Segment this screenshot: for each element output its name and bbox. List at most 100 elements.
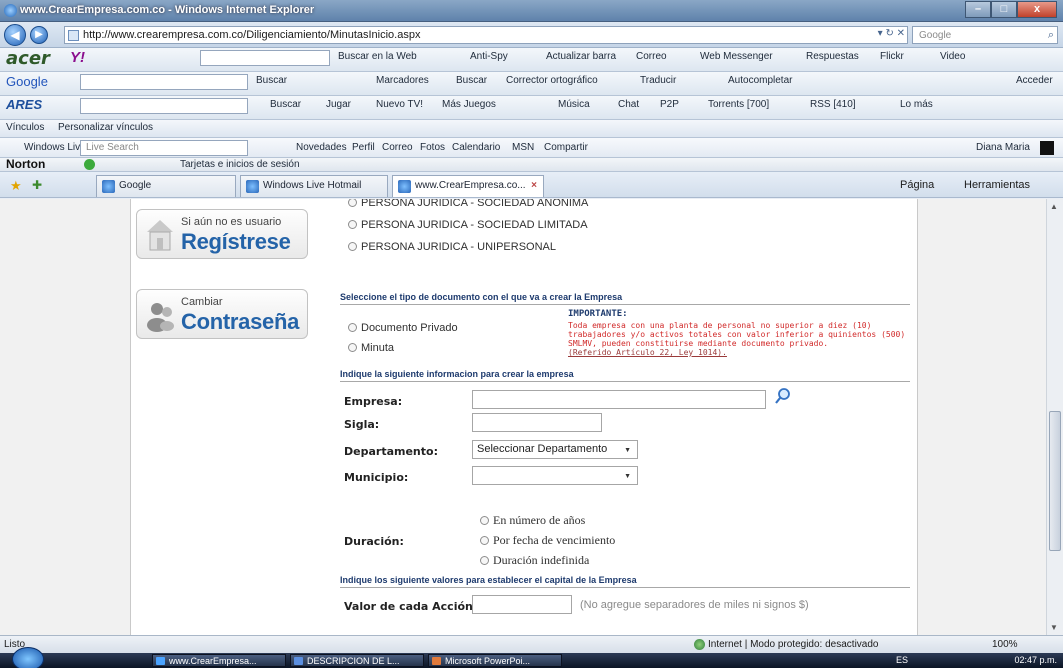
refresh-stop-icons[interactable]: ▾ ↻ ✕ bbox=[878, 28, 905, 39]
toolbar-item[interactable]: Jugar bbox=[326, 99, 351, 110]
toolbar-item[interactable]: Novedades bbox=[296, 142, 347, 153]
departamento-select[interactable]: Seleccionar Departamento bbox=[472, 440, 638, 459]
ie-icon bbox=[4, 4, 17, 17]
change-password-hint: Cambiar bbox=[181, 296, 223, 308]
empresa-label: Empresa: bbox=[344, 395, 403, 408]
toolbar-item[interactable]: P2P bbox=[660, 99, 679, 110]
valor-accion-input[interactable] bbox=[472, 595, 572, 614]
toolbar-item[interactable]: Flickr bbox=[880, 51, 904, 62]
close-button[interactable]: x bbox=[1017, 1, 1057, 18]
radio-duracion-indefinida[interactable]: Duración indefinida bbox=[480, 553, 589, 568]
search-icon[interactable]: ⌕ bbox=[1048, 29, 1054, 42]
customize-links-link[interactable]: Personalizar vínculos bbox=[58, 122, 153, 133]
toolbar-item[interactable]: Acceder bbox=[1016, 75, 1053, 86]
municipio-select[interactable] bbox=[472, 466, 638, 485]
toolbar-item[interactable]: Fotos bbox=[420, 142, 445, 153]
toolbar-item[interactable]: Correo bbox=[382, 142, 413, 153]
toolbar-item[interactable]: Torrents [700] bbox=[708, 99, 769, 110]
tab-google[interactable]: Google bbox=[96, 175, 236, 197]
house-icon bbox=[147, 220, 173, 251]
radio-documento-privado[interactable]: Documento Privado bbox=[348, 322, 458, 334]
toolbar-item[interactable]: MSN bbox=[512, 142, 534, 153]
departamento-label: Departamento: bbox=[344, 445, 438, 458]
toolbar-item[interactable]: Autocompletar bbox=[728, 75, 792, 86]
valor-accion-label: Valor de cada Acción: bbox=[344, 600, 478, 613]
window-title: www.CrearEmpresa.com.co - Windows Intern… bbox=[20, 4, 315, 16]
toolbar-item[interactable]: Perfil bbox=[352, 142, 375, 153]
tab-hotmail[interactable]: Windows Live Hotmail bbox=[240, 175, 388, 197]
minimize-button[interactable]: – bbox=[965, 1, 991, 18]
important-title: IMPORTANTE: bbox=[568, 309, 628, 319]
magnifier-icon[interactable] bbox=[774, 387, 792, 405]
radio-sociedad-limitada[interactable]: PERSONA JURIDICA - SOCIEDAD LIMITADA bbox=[348, 219, 588, 231]
toolbar-item[interactable]: Calendario bbox=[452, 142, 500, 153]
change-password-button[interactable]: Cambiar Contraseña bbox=[136, 289, 308, 339]
toolbar-item[interactable]: Más Juegos bbox=[442, 99, 496, 110]
info-section: Indique la siguiente informacion para cr… bbox=[340, 369, 910, 382]
change-password-label: Contraseña bbox=[181, 309, 300, 334]
scroll-down-icon[interactable]: ▼ bbox=[1050, 623, 1058, 632]
user-avatar[interactable] bbox=[1040, 141, 1054, 155]
toolbar-item[interactable]: Buscar en la Web bbox=[338, 51, 417, 62]
zoom-level[interactable]: 100% bbox=[992, 639, 1018, 650]
radio-fecha-vencimiento[interactable]: Por fecha de vencimiento bbox=[480, 533, 615, 548]
radio-minuta[interactable]: Minuta bbox=[348, 342, 394, 354]
close-tab-icon[interactable]: × bbox=[531, 176, 537, 196]
toolbar-item[interactable]: Corrector ortográfico bbox=[506, 75, 598, 86]
norton-cards-menu[interactable]: Tarjetas e inicios de sesión bbox=[180, 159, 300, 170]
forward-arrow-icon[interactable]: ▶ bbox=[30, 26, 48, 44]
ares-search-input[interactable] bbox=[80, 98, 248, 114]
taskbar-item-crearempresa[interactable]: www.CrearEmpresa... bbox=[152, 654, 286, 667]
security-zone[interactable]: Internet | Modo protegido: desactivado bbox=[708, 639, 878, 650]
clock[interactable]: 02:47 p.m. bbox=[1014, 655, 1057, 665]
google-search-input[interactable] bbox=[80, 74, 248, 90]
vertical-scrollbar[interactable]: ▲ ▼ bbox=[1046, 199, 1063, 635]
radio-numero-anos[interactable]: En número de años bbox=[480, 513, 585, 528]
toolbar-item[interactable]: Video bbox=[940, 51, 965, 62]
empresa-input[interactable] bbox=[472, 390, 766, 409]
favorites-star-icon[interactable]: ★ bbox=[10, 178, 22, 194]
scroll-up-icon[interactable]: ▲ bbox=[1050, 202, 1058, 211]
back-arrow-icon[interactable]: ◀ bbox=[4, 24, 26, 46]
toolbar-item[interactable]: Lo más bbox=[900, 99, 933, 110]
duracion-label: Duración: bbox=[344, 535, 404, 548]
yahoo-logo[interactable]: Y! bbox=[70, 49, 85, 66]
windows-live-toolbar: Windows Live Live Search Novedades Perfi… bbox=[0, 138, 1063, 158]
taskbar-item-powerpoint[interactable]: Microsoft PowerPoi... bbox=[428, 654, 562, 667]
toolbar-item[interactable]: Buscar bbox=[456, 75, 487, 86]
register-button[interactable]: Si aún no es usuario Regístrese bbox=[136, 209, 308, 259]
toolbar-item[interactable]: Web Messenger bbox=[700, 51, 773, 62]
search-input[interactable]: Google ⌕ bbox=[912, 26, 1058, 44]
radio-sociedad-anonima[interactable]: PERSONA JURIDICA - SOCIEDAD ANONIMA bbox=[348, 199, 588, 209]
maximize-button[interactable]: □ bbox=[991, 1, 1017, 18]
add-favorite-icon[interactable]: ✚ bbox=[32, 178, 42, 192]
radio-unipersonal[interactable]: PERSONA JURIDICA - UNIPERSONAL bbox=[348, 241, 556, 253]
tools-menu[interactable]: Herramientas bbox=[964, 179, 1030, 191]
start-button[interactable] bbox=[12, 647, 44, 668]
toolbar-item[interactable]: Anti-Spy bbox=[470, 51, 508, 62]
toolbar-item[interactable]: RSS [410] bbox=[810, 99, 856, 110]
toolbar-item[interactable]: Chat bbox=[618, 99, 639, 110]
toolbar-item[interactable]: Buscar bbox=[270, 99, 301, 110]
toolbar-item[interactable]: Actualizar barra bbox=[546, 51, 616, 62]
norton-status-icon[interactable] bbox=[84, 159, 95, 170]
user-name[interactable]: Diana Maria bbox=[976, 142, 1030, 153]
toolbar-item[interactable]: Marcadores bbox=[376, 75, 429, 86]
toolbar-item[interactable]: Compartir bbox=[544, 142, 588, 153]
ares-logo: ARES bbox=[6, 97, 43, 112]
toolbar-item[interactable]: Traducir bbox=[640, 75, 676, 86]
sigla-input[interactable] bbox=[472, 413, 602, 432]
language-indicator[interactable]: ES bbox=[896, 655, 908, 665]
address-bar[interactable]: http://www.crearempresa.com.co/Diligenci… bbox=[64, 26, 908, 44]
tab-crearempresa[interactable]: www.CrearEmpresa.co... × bbox=[392, 175, 544, 197]
page-menu[interactable]: Página bbox=[900, 179, 934, 191]
toolbar-item[interactable]: Buscar bbox=[256, 75, 287, 86]
toolbar-item[interactable]: Nuevo TV! bbox=[376, 99, 423, 110]
scroll-thumb[interactable] bbox=[1049, 411, 1061, 551]
toolbar-item[interactable]: Música bbox=[558, 99, 590, 110]
toolbar-item[interactable]: Respuestas bbox=[806, 51, 859, 62]
live-search-placeholder: Live Search bbox=[86, 142, 139, 153]
users-icon bbox=[147, 303, 174, 332]
taskbar-item-word[interactable]: DESCRIPCION DE L... bbox=[290, 654, 424, 667]
toolbar-item[interactable]: Correo bbox=[636, 51, 667, 62]
